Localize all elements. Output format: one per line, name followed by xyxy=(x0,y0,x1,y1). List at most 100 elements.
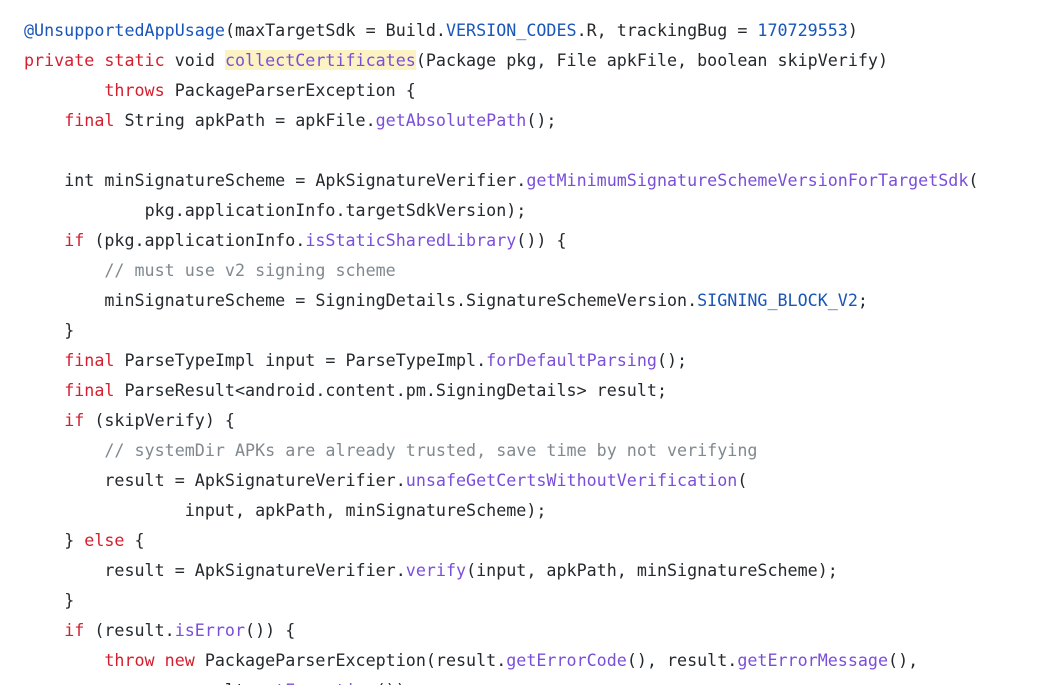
code-line[interactable]: throws PackageParserException { xyxy=(0,75,1045,105)
code-token-plain: int minSignatureScheme = ApkSignatureVer… xyxy=(64,170,527,190)
code-line[interactable]: pkg.applicationInfo.targetSdkVersion); xyxy=(0,195,1045,225)
code-token-keyword: throws xyxy=(104,80,165,100)
code-token-plain: ; xyxy=(857,290,868,310)
code-token-plain: (), xyxy=(888,650,919,670)
code-token-plain: { xyxy=(124,530,145,550)
code-token-plain: (); xyxy=(526,110,557,130)
code-token-plain: (maxTargetSdk = Build. xyxy=(224,20,446,40)
code-line-blank[interactable] xyxy=(0,135,1045,165)
code-token-keyword: else xyxy=(84,530,125,550)
code-token-const: VERSION_CODES xyxy=(445,20,577,40)
code-token-keyword: final xyxy=(64,350,115,370)
code-token-plain: ()) { xyxy=(516,230,567,250)
code-token-keyword: final xyxy=(64,110,115,130)
code-token-plain: ParseResult<android.content.pm.SigningDe… xyxy=(114,380,667,400)
code-line[interactable]: result = ApkSignatureVerifier.verify(inp… xyxy=(0,555,1045,585)
code-token-method: getException xyxy=(255,680,376,685)
code-token-const: SIGNING_BLOCK_V2 xyxy=(697,290,858,310)
code-token-method: isStaticSharedLibrary xyxy=(305,230,517,250)
code-line[interactable]: // must use v2 signing scheme xyxy=(0,255,1045,285)
code-line[interactable]: final String apkPath = apkFile.getAbsolu… xyxy=(0,105,1045,135)
code-line[interactable]: @UnsupportedAppUsage(maxTargetSdk = Buil… xyxy=(0,15,1045,45)
code-token-plain: (); xyxy=(656,350,688,370)
code-token-plain: input, apkPath, minSignatureScheme); xyxy=(184,500,547,520)
code-token-keyword: if xyxy=(64,230,85,250)
code-token-keyword: if xyxy=(64,410,85,430)
code-token-plain: (skipVerify) { xyxy=(84,410,235,430)
code-token-plain: ( xyxy=(968,170,979,190)
code-token-plain: String apkPath = apkFile. xyxy=(114,110,376,130)
code-token-plain: result. xyxy=(185,680,255,685)
code-token-plain: ()) { xyxy=(245,620,296,640)
code-line[interactable]: throw new PackageParserException(result.… xyxy=(0,645,1045,675)
code-token-plain: ()); xyxy=(376,680,416,685)
code-token-comment: // systemDir APKs are already trusted, s… xyxy=(104,440,758,460)
code-token-keyword: if xyxy=(64,620,85,640)
code-line[interactable]: if (result.isError()) { xyxy=(0,615,1045,645)
code-line[interactable]: private static void collectCertificates(… xyxy=(0,45,1045,75)
code-token-keyword: throw new xyxy=(104,650,195,670)
code-token-method: isError xyxy=(174,620,246,640)
code-token-keyword: private static xyxy=(24,50,165,70)
code-token-method: verify xyxy=(405,560,467,580)
code-line[interactable]: final ParseTypeImpl input = ParseTypeImp… xyxy=(0,345,1045,375)
code-token-plain: } xyxy=(64,320,75,340)
code-token-annotation: @UnsupportedAppUsage xyxy=(24,20,225,40)
highlighted-symbol: collectCertificates xyxy=(224,50,416,70)
code-token-method: getMinimumSignatureSchemeVersionForTarge… xyxy=(526,170,969,190)
code-content[interactable]: @UnsupportedAppUsage(maxTargetSdk = Buil… xyxy=(0,15,1045,685)
code-line[interactable]: final ParseResult<android.content.pm.Sig… xyxy=(0,375,1045,405)
code-token-plain: ( xyxy=(737,470,748,490)
code-token-plain: ) xyxy=(847,20,858,40)
code-token-method: getErrorCode xyxy=(506,650,627,670)
code-line[interactable]: // systemDir APKs are already trusted, s… xyxy=(0,435,1045,465)
code-editor-viewport[interactable]: @UnsupportedAppUsage(maxTargetSdk = Buil… xyxy=(0,0,1045,685)
code-token-plain: .R, trackingBug = xyxy=(576,20,758,40)
code-token-keyword: final xyxy=(64,380,115,400)
code-token-plain: ParseTypeImpl input = ParseTypeImpl. xyxy=(114,350,487,370)
code-line[interactable]: } xyxy=(0,585,1045,615)
code-token-plain: (), result. xyxy=(626,650,738,670)
code-token-plain: PackageParserException { xyxy=(164,80,416,100)
code-token-plain: (result. xyxy=(84,620,175,640)
code-token-method: forDefaultParsing xyxy=(486,350,657,370)
code-line[interactable]: input, apkPath, minSignatureScheme); xyxy=(0,495,1045,525)
code-token-plain: pkg.applicationInfo.targetSdkVersion); xyxy=(144,200,527,220)
code-line[interactable]: if (skipVerify) { xyxy=(0,405,1045,435)
code-line[interactable]: } xyxy=(0,315,1045,345)
code-token-plain: (input, apkPath, minSignatureScheme); xyxy=(466,560,838,580)
code-line[interactable]: } else { xyxy=(0,525,1045,555)
code-token-plain: void xyxy=(164,50,225,70)
code-token-comment: // must use v2 signing scheme xyxy=(104,260,396,280)
code-token-number: 170729553 xyxy=(757,20,848,40)
code-line[interactable]: int minSignatureScheme = ApkSignatureVer… xyxy=(0,165,1045,195)
code-line[interactable]: if (pkg.applicationInfo.isStaticSharedLi… xyxy=(0,225,1045,255)
code-line[interactable]: minSignatureScheme = SigningDetails.Sign… xyxy=(0,285,1045,315)
code-token-plain: minSignatureScheme = SigningDetails.Sign… xyxy=(104,290,698,310)
code-token-plain: result = ApkSignatureVerifier. xyxy=(104,560,406,580)
code-token-plain: } xyxy=(64,590,75,610)
code-token-plain: } xyxy=(64,530,85,550)
code-line[interactable]: result.getException()); xyxy=(0,675,1045,685)
code-token-plain: PackageParserException(result. xyxy=(194,650,507,670)
code-line[interactable]: result = ApkSignatureVerifier.unsafeGetC… xyxy=(0,465,1045,495)
code-token-plain: result = ApkSignatureVerifier. xyxy=(104,470,406,490)
